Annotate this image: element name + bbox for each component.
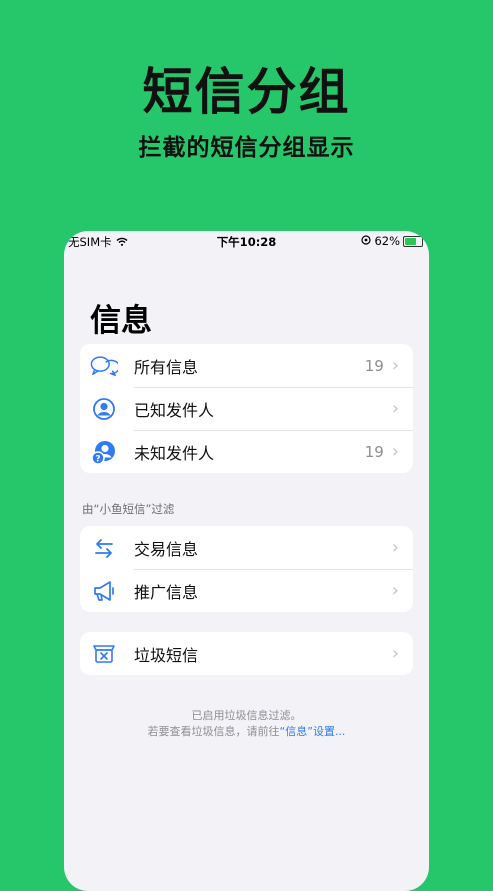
row-label: 推广信息 [134,582,199,602]
row-known-senders[interactable]: 已知发件人 › [80,387,413,430]
row-label: 已知发件人 [134,400,215,420]
svg-text:?: ? [95,454,100,464]
promo-subtitle: 拦截的短信分组显示 [138,135,355,161]
chevron-right-icon: › [391,643,399,664]
row-unknown-senders[interactable]: ? 未知发件人 19 › [80,430,413,473]
promo-title: 短信分组 [142,63,351,121]
transaction-arrows-icon [90,534,118,562]
main-group: 所有信息 19 › 已知发件人 › ? 未知发件人 19 › [80,344,413,473]
battery-icon [403,235,423,247]
junk-filter-note: 已启用垃圾信息过滤。 [191,709,302,722]
row-label: 垃圾短信 [134,645,199,665]
person-circle-icon [90,395,118,423]
junk-group: 垃圾短信 › [80,632,413,675]
filter-group: 交易信息 › 推广信息 › [80,526,413,612]
settings-hint-text: 若要查看垃圾信息，请前往 [147,725,280,738]
phone-screen: 无SIM卡 下午10:28 62% 信息 所有信息 19 › 已知发件人 › ?… [64,231,429,891]
settings-hint: 若要查看垃圾信息，请前往“信息”设置... [64,723,429,739]
row-promotions[interactable]: 推广信息 › [80,569,413,612]
row-label: 所有信息 [134,357,199,377]
page-title: 信息 [90,303,152,339]
status-bar: 无SIM卡 下午10:28 62% [64,231,429,253]
message-count: 19 [364,356,384,375]
row-all-messages[interactable]: 所有信息 19 › [80,344,413,387]
row-label: 交易信息 [134,539,199,559]
row-transactions[interactable]: 交易信息 › [80,526,413,569]
junk-box-icon [90,640,118,668]
message-count: 19 [364,442,384,461]
battery-percent: 62% [374,234,400,248]
row-label: 未知发件人 [134,443,215,463]
filter-section-label: 由“小鱼短信”过滤 [82,502,175,516]
messages-settings-link[interactable]: “信息”设置... [280,725,346,738]
chevron-right-icon: › [391,398,399,419]
chevron-right-icon: › [391,537,399,558]
chat-bubbles-icon [90,352,118,380]
unknown-person-icon: ? [90,438,118,466]
chevron-right-icon: › [391,355,399,376]
orientation-lock-icon [361,234,372,248]
row-junk[interactable]: 垃圾短信 › [80,632,413,675]
chevron-right-icon: › [391,580,399,601]
megaphone-icon [90,577,118,605]
chevron-right-icon: › [391,441,399,462]
